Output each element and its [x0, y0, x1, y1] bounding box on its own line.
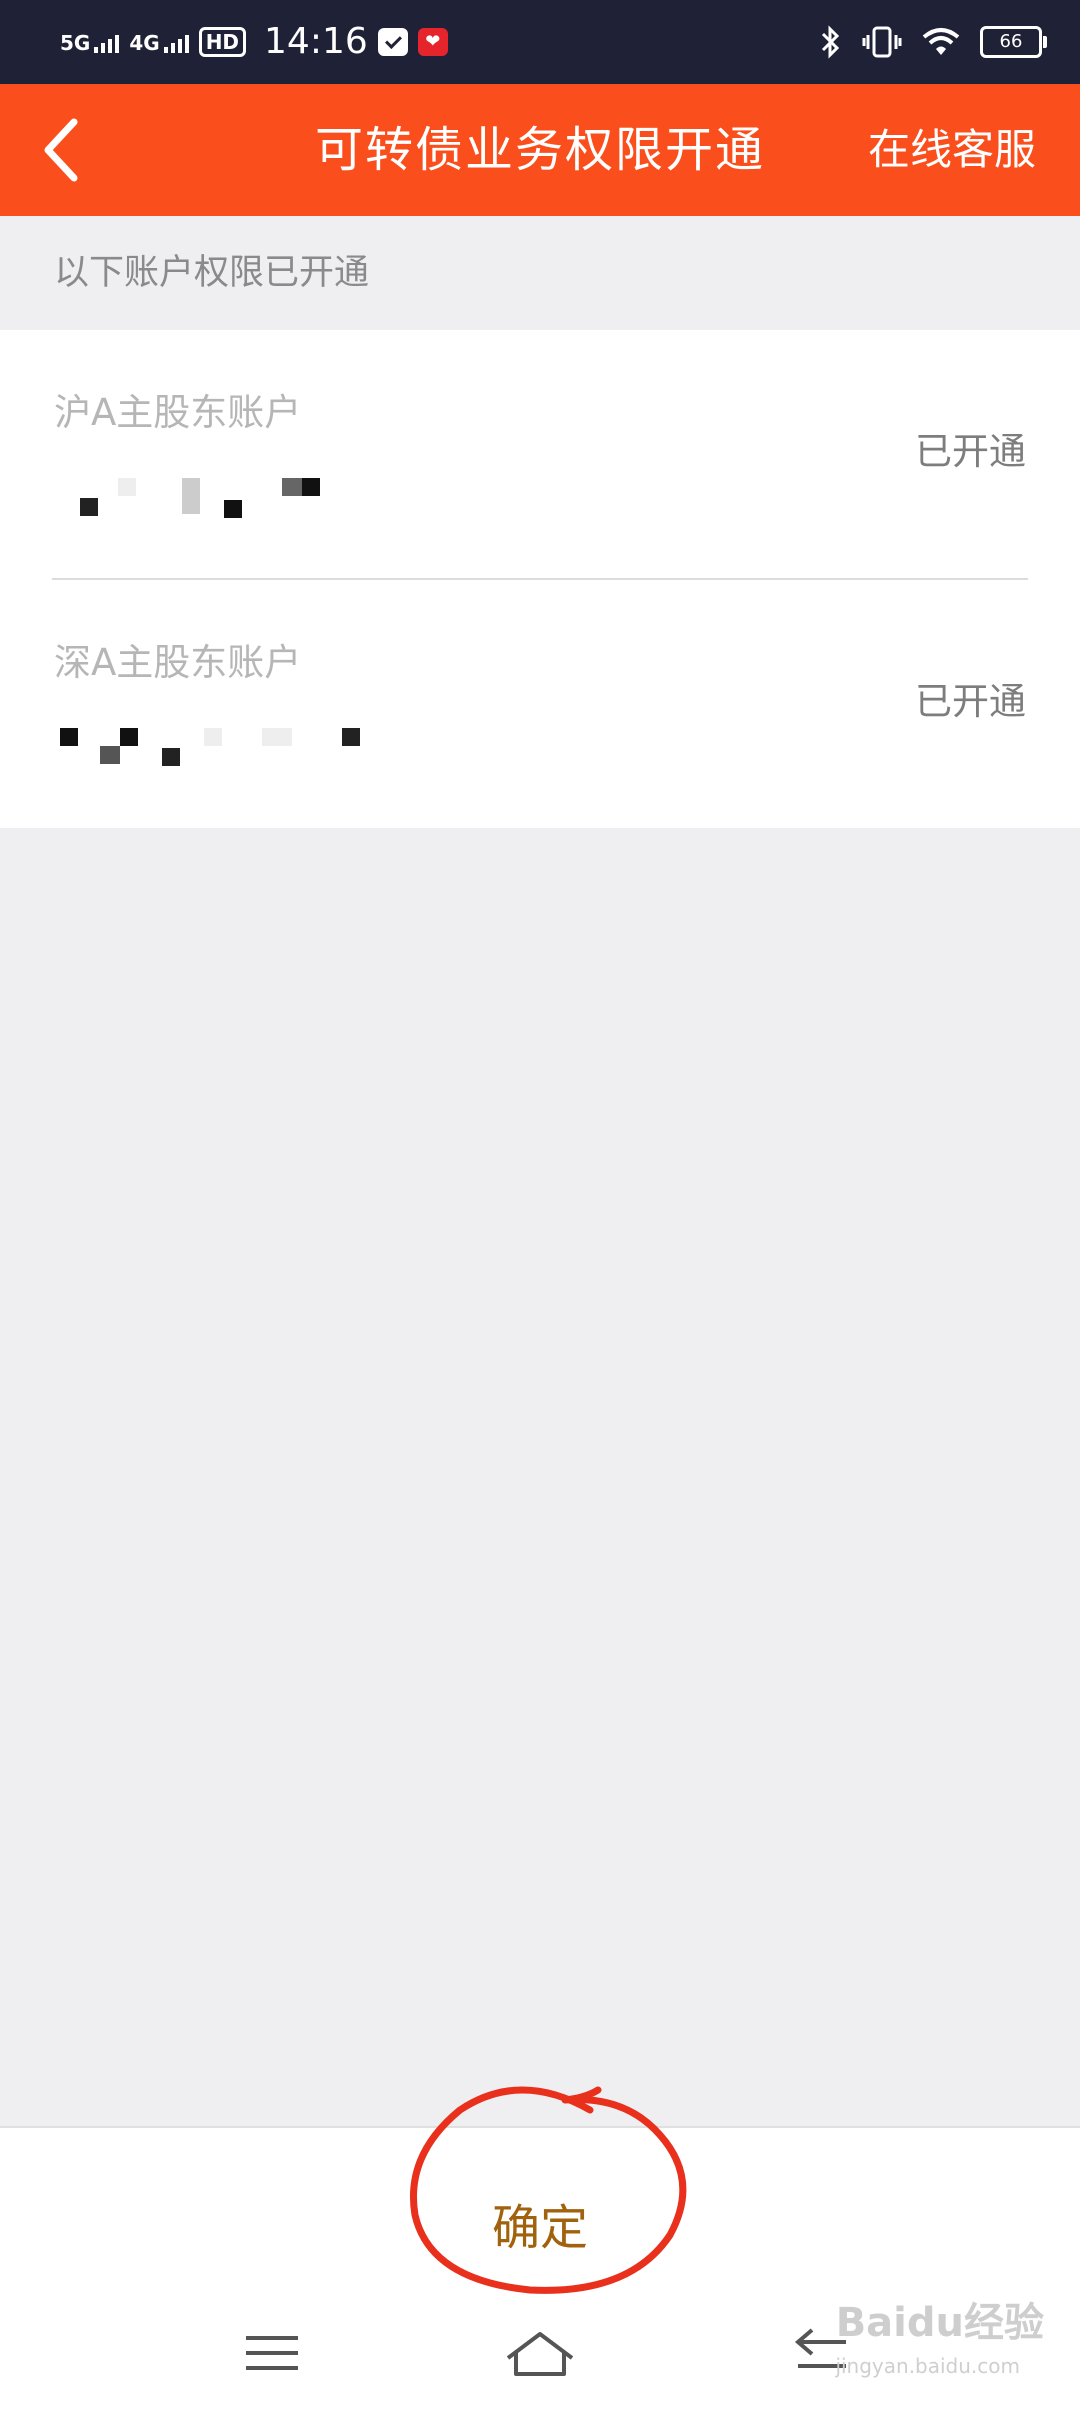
bluetooth-icon — [821, 25, 840, 59]
confirm-button[interactable]: 确定 — [440, 2188, 640, 2268]
vibrate-icon — [862, 26, 902, 58]
signal-icon-2: 4G — [129, 31, 189, 55]
signal-icon: 5G — [60, 31, 120, 55]
account-status: 已开通 — [915, 680, 1026, 723]
list-item: 沪A主股东账户 已开通 — [0, 330, 1080, 580]
notice-text: 以下账户权限已开通 — [54, 253, 370, 293]
wifi-icon — [922, 28, 960, 55]
account-number-redacted — [58, 478, 358, 528]
back-button[interactable] — [30, 112, 106, 188]
account-list: 沪A主股东账户 已开通 深A主股东账户 已开通 — [0, 330, 1080, 828]
status-bar: 5G 4G HD 14:16 ❤ 66 — [0, 0, 1080, 84]
account-number-redacted — [58, 728, 360, 778]
account-status: 已开通 — [915, 430, 1026, 473]
network-type-1: 5G — [60, 31, 91, 55]
status-time: 14:16 — [264, 21, 368, 62]
hd-call-icon: HD — [198, 27, 247, 57]
chevron-left-icon — [44, 118, 78, 182]
menu-button[interactable] — [232, 2318, 312, 2388]
menu-icon — [246, 2336, 298, 2370]
home-icon — [506, 2332, 574, 2376]
home-button[interactable] — [500, 2318, 580, 2388]
account-name: 沪A主股东账户 — [54, 391, 302, 434]
message-icon — [377, 28, 408, 56]
status-left: 5G 4G HD 14:16 ❤ — [60, 16, 448, 68]
battery-icon: 66 — [980, 26, 1047, 58]
status-right: 66 — [820, 20, 1047, 64]
list-item: 深A主股东账户 已开通 — [0, 580, 1080, 828]
header: 可转债业务权限开通 在线客服 — [0, 84, 1080, 216]
watermark: Baidu经验 — [835, 2300, 1044, 2346]
online-service-button[interactable]: 在线客服 — [868, 84, 1036, 216]
watermark-url: jingyan.baidu.com — [835, 2354, 1020, 2378]
network-type-2: 4G — [129, 31, 160, 55]
app-notification-icon: ❤ — [417, 28, 448, 56]
account-name: 深A主股东账户 — [54, 641, 302, 684]
